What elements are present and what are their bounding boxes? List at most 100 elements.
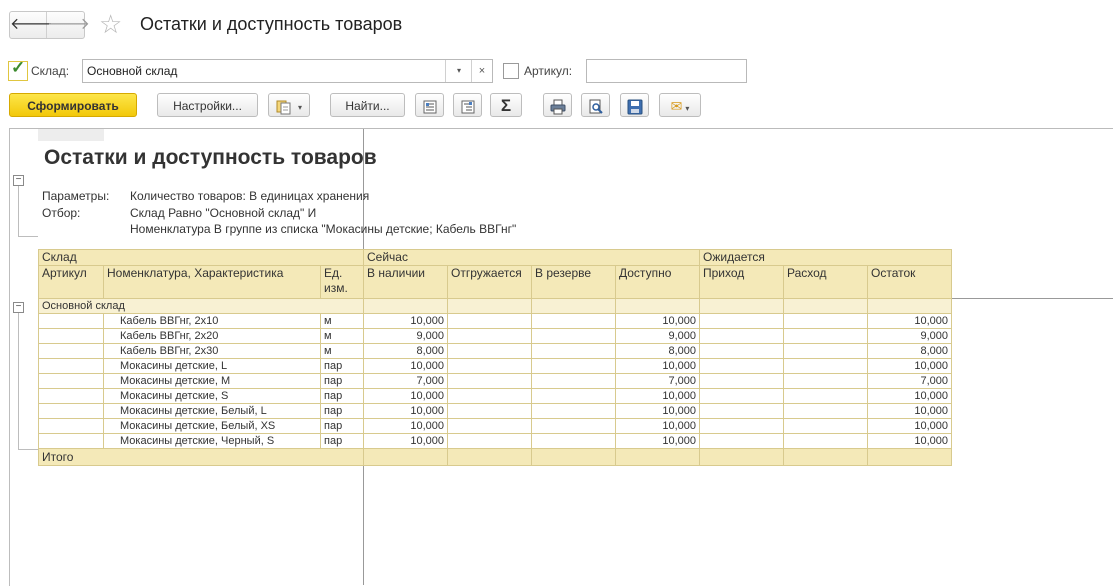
article-checkbox[interactable] bbox=[503, 63, 519, 79]
table-row[interactable]: Кабель ВВГнг, 2х10 м 10,000 10,000 10,000 bbox=[38, 313, 952, 329]
header-reserved: В резерве bbox=[531, 265, 616, 299]
sum-button[interactable]: Σ bbox=[490, 93, 522, 117]
balance-cell: 10,000 bbox=[867, 418, 952, 434]
collapse-group-icon[interactable]: − bbox=[13, 302, 24, 313]
save-button[interactable] bbox=[620, 93, 649, 117]
table-row[interactable]: Мокасины детские, Sпар 10,000 10,000 10,000 bbox=[38, 388, 952, 404]
header-in-stock: В наличии bbox=[363, 265, 448, 299]
close-icon: × bbox=[478, 65, 486, 77]
article-cell bbox=[38, 313, 104, 329]
in-stock-cell: 10,000 bbox=[363, 403, 448, 419]
article-cell bbox=[38, 388, 104, 404]
balance-cell: 10,000 bbox=[867, 433, 952, 449]
outgoing-cell bbox=[783, 433, 868, 449]
expand-groups-button[interactable] bbox=[453, 93, 482, 117]
group-cell bbox=[447, 298, 532, 314]
in-stock-cell: 9,000 bbox=[363, 328, 448, 344]
nomenclature-cell: Мокасины детские, Черный, S bbox=[103, 433, 321, 449]
nomenclature-cell: Мокасины детские, M bbox=[103, 373, 321, 389]
unit-cell: пар bbox=[320, 373, 364, 389]
save-icon bbox=[627, 99, 642, 115]
available-cell: 10,000 bbox=[615, 418, 700, 434]
generate-button-label: Сформировать bbox=[27, 99, 119, 113]
total-label: Итого bbox=[38, 448, 364, 466]
incoming-cell bbox=[699, 388, 784, 404]
reserved-cell bbox=[531, 373, 616, 389]
article-cell bbox=[38, 433, 104, 449]
window-title: Остатки и доступность товаров bbox=[140, 14, 403, 34]
shipping-cell bbox=[447, 373, 532, 389]
shipping-cell bbox=[447, 418, 532, 434]
available-cell: 10,000 bbox=[615, 388, 700, 404]
total-cell bbox=[783, 448, 868, 466]
article-cell bbox=[38, 328, 104, 344]
report-table[interactable]: Склад Сейчас Ожидается Артикул Номенклат… bbox=[38, 249, 952, 466]
report-variants-button[interactable]: ▾ bbox=[268, 93, 310, 117]
table-row[interactable]: Мокасины детские, Белый, XS пар 10,000 10,0… bbox=[38, 418, 952, 434]
forward-button[interactable]: 🡒 bbox=[47, 12, 90, 38]
incoming-cell bbox=[699, 358, 784, 374]
send-email-button[interactable]: ✉ ▾ bbox=[659, 93, 701, 117]
available-cell: 9,000 bbox=[615, 328, 700, 344]
incoming-cell bbox=[699, 373, 784, 389]
group-expand-icon bbox=[461, 100, 474, 114]
filter-line-1: Склад Равно "Основной склад" И bbox=[130, 206, 317, 220]
reserved-cell bbox=[531, 343, 616, 359]
report-corner-cell bbox=[38, 129, 104, 141]
shipping-cell bbox=[447, 388, 532, 404]
find-button[interactable]: Найти... bbox=[330, 93, 405, 117]
warehouse-field[interactable]: Основной склад ▾ × bbox=[82, 59, 493, 83]
settings-button[interactable]: Настройки... bbox=[157, 93, 258, 117]
available-cell: 10,000 bbox=[615, 313, 700, 329]
nomenclature-cell: Мокасины детские, S bbox=[103, 388, 321, 404]
favorite-star-icon[interactable]: ☆ bbox=[99, 9, 122, 39]
group-cell bbox=[699, 298, 784, 314]
table-row[interactable]: Кабель ВВГнг, 2х20 м 9,000 9,000 9,000 bbox=[38, 328, 952, 344]
header-warehouse: Склад bbox=[38, 249, 364, 266]
in-stock-cell: 10,000 bbox=[363, 358, 448, 374]
article-input[interactable] bbox=[586, 59, 747, 83]
article-cell bbox=[38, 418, 104, 434]
table-row[interactable]: Мокасины детские, Черный, Sпар 10,000 10,0… bbox=[38, 433, 952, 449]
table-row[interactable]: Кабель ВВГнг, 2х30 м 8,000 8,000 8,000 bbox=[38, 343, 952, 359]
group-cell bbox=[363, 298, 448, 314]
reserved-cell bbox=[531, 403, 616, 419]
header-article: Артикул bbox=[38, 265, 104, 299]
collapse-groups-button[interactable] bbox=[415, 93, 444, 117]
nav-buttons: 🡐 🡒 bbox=[9, 11, 90, 39]
warehouse-clear-button[interactable]: × bbox=[471, 60, 492, 82]
in-stock-cell: 7,000 bbox=[363, 373, 448, 389]
group-cell bbox=[867, 298, 952, 314]
back-button[interactable]: 🡐 bbox=[10, 12, 53, 38]
table-row[interactable]: Мокасины детские, Белый, Lпар 10,000 10,00… bbox=[38, 403, 952, 419]
header-expected: Ожидается bbox=[699, 249, 952, 266]
balance-cell: 10,000 bbox=[867, 358, 952, 374]
table-row[interactable]: Мокасины детские, Lпар 10,000 10,000 10,000 bbox=[38, 358, 952, 374]
checkmark-icon: ✓ bbox=[11, 58, 26, 77]
unit-cell: пар bbox=[320, 403, 364, 419]
collapse-parameters-icon[interactable]: − bbox=[13, 175, 24, 186]
warehouse-value: Основной склад bbox=[87, 64, 178, 78]
shipping-cell bbox=[447, 403, 532, 419]
reserved-cell bbox=[531, 328, 616, 344]
article-label: Артикул: bbox=[524, 64, 573, 78]
reserved-cell bbox=[531, 418, 616, 434]
shipping-cell bbox=[447, 313, 532, 329]
reserved-cell bbox=[531, 313, 616, 329]
find-button-label: Найти... bbox=[345, 99, 390, 113]
group-warehouse: Основной склад bbox=[38, 298, 364, 314]
outgoing-cell bbox=[783, 418, 868, 434]
total-cell bbox=[363, 448, 448, 466]
print-button[interactable] bbox=[543, 93, 572, 117]
incoming-cell bbox=[699, 328, 784, 344]
total-cell bbox=[699, 448, 784, 466]
print-preview-button[interactable] bbox=[581, 93, 610, 117]
incoming-cell bbox=[699, 433, 784, 449]
unit-cell: м bbox=[320, 313, 364, 329]
generate-button[interactable]: Сформировать bbox=[9, 93, 137, 117]
nomenclature-cell: Мокасины детские, L bbox=[103, 358, 321, 374]
table-row[interactable]: Мокасины детские, Mпар 7,000 7,000 7,000 bbox=[38, 373, 952, 389]
warehouse-dropdown-button[interactable]: ▾ bbox=[445, 60, 472, 82]
balance-cell: 10,000 bbox=[867, 388, 952, 404]
article-cell bbox=[38, 343, 104, 359]
